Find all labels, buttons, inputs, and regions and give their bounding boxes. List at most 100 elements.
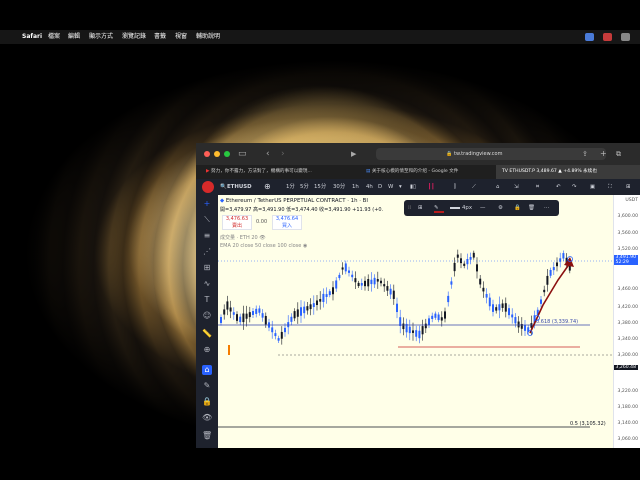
interval-5m[interactable]: 5分 — [300, 179, 309, 195]
compare-add-icon[interactable]: ⊕ — [264, 179, 271, 195]
fib-tool-icon[interactable]: ≡ — [202, 231, 212, 241]
candle-body — [386, 286, 389, 291]
chart-settings-icon[interactable]: ⌗ — [536, 179, 539, 195]
template-icon[interactable]: ⊞ — [418, 200, 423, 216]
candle-body — [264, 315, 267, 325]
reader-icon[interactable]: ▶ — [351, 148, 356, 160]
tab-google-doc[interactable]: ▤ 关于核心模的情至和的介绍 - Google 文件 — [358, 165, 501, 179]
hide-drawings-icon[interactable]: 👁 — [202, 413, 212, 423]
trendline-tool-icon[interactable]: ⟍ — [202, 215, 212, 225]
ema-eye-icon[interactable]: ◉ — [303, 243, 307, 249]
menu-file[interactable]: 檔案 — [48, 30, 60, 44]
pattern-tool-icon[interactable]: ⋰ — [202, 247, 212, 257]
brush-tool-icon[interactable]: ∿ — [202, 279, 212, 289]
pencil-color-icon[interactable]: ✎ — [434, 200, 439, 216]
layout-icon[interactable]: ▣ — [590, 179, 595, 195]
candle-body — [236, 314, 238, 321]
interval-1m[interactable]: 1分 — [286, 179, 295, 195]
redo-icon[interactable]: ↷ — [572, 179, 577, 195]
projection-tool-icon[interactable]: ⊞ — [202, 263, 212, 273]
candle-style-icon[interactable]: ┃┃ — [428, 179, 435, 195]
eye-icon[interactable]: 👁 — [259, 235, 265, 241]
candle-body — [328, 291, 331, 296]
delete-drawings-icon[interactable]: 🗑 — [202, 431, 212, 441]
app-menu[interactable]: Safari — [22, 30, 42, 44]
more-options-icon[interactable]: ⋯ — [544, 200, 549, 216]
crosshair-tool-icon[interactable]: + — [202, 199, 212, 209]
candle-body — [344, 263, 347, 272]
lock-all-icon[interactable]: 🔒 — [202, 397, 212, 407]
line-width-icon[interactable] — [450, 207, 460, 209]
tab-tradingview[interactable]: TV ETHUSDT.P 3,489.67 ▲ +4.89% 永续也 — [496, 165, 640, 179]
new-tab-icon[interactable]: + — [600, 148, 607, 160]
menu-view[interactable]: 顯示方式 — [89, 30, 113, 44]
line-width-value[interactable]: 4px — [462, 200, 472, 216]
price-axis[interactable]: USDT 3,600.00 3,560.00 3,520.00 3,491.90… — [613, 195, 640, 448]
sell-label: 賣出 — [231, 222, 242, 229]
share-icon[interactable]: ⇪ — [582, 148, 588, 160]
address-bar[interactable]: 🔒 tw.tradingview.com — [376, 148, 606, 160]
status-app-icon[interactable] — [585, 33, 594, 41]
interval-15m[interactable]: 15分 — [314, 179, 326, 195]
sidebar-toggle-icon[interactable]: ▭ — [238, 148, 247, 160]
menu-edit[interactable]: 編輯 — [68, 30, 80, 44]
interval-1h[interactable]: 1h — [352, 179, 359, 195]
tab-overview-icon[interactable]: ⧉ — [616, 148, 621, 160]
sell-button[interactable]: 3,476.63 賣出 — [222, 215, 252, 230]
user-avatar[interactable] — [202, 181, 214, 193]
candle-body — [261, 313, 264, 318]
settings-icon[interactable]: ⚙ — [498, 200, 503, 216]
delete-drawing-icon[interactable]: 🗑 — [528, 200, 535, 216]
snapshot-icon[interactable]: ⊞ — [626, 179, 631, 195]
interval-w[interactable]: W — [388, 179, 393, 195]
candle-body — [463, 263, 466, 266]
replay-icon[interactable]: ⇲ — [514, 179, 519, 195]
candle-body — [456, 254, 459, 258]
symbol-search-icon[interactable]: 🔍 — [220, 179, 227, 195]
compare-icon[interactable]: ⟋ — [472, 179, 476, 195]
ruler-tool-icon[interactable]: 📏 — [202, 329, 212, 339]
menu-history[interactable]: 瀏覽記錄 — [122, 30, 146, 44]
buy-label: 買入 — [281, 222, 292, 229]
close-window-button[interactable] — [204, 151, 210, 157]
menu-window[interactable]: 視窗 — [175, 30, 187, 44]
status-record-icon[interactable] — [603, 33, 612, 41]
price-chart[interactable]: 0.618 (3,339.74) 0.5 (3,105.32) — [218, 195, 613, 448]
forward-icon[interactable]: › — [281, 148, 285, 160]
candle-body — [376, 279, 379, 282]
fullscreen-icon[interactable]: ⛶ — [608, 179, 612, 195]
undo-icon[interactable]: ↶ — [556, 179, 561, 195]
minimize-window-button[interactable] — [214, 151, 220, 157]
color-swatch — [434, 211, 444, 213]
interval-d[interactable]: D — [378, 179, 382, 195]
back-icon[interactable]: ‹ — [266, 148, 270, 160]
zoom-in-tool-icon[interactable]: ⊕ — [202, 345, 212, 355]
lock-drawing-icon[interactable]: 🔒 — [514, 200, 521, 216]
control-center-icon[interactable] — [621, 33, 630, 41]
symbol-search[interactable]: ETHUSD — [227, 179, 252, 195]
lock-drawings-icon[interactable]: ✎ — [202, 381, 212, 391]
menu-help[interactable]: 輔助說明 — [196, 30, 220, 44]
legend-title: ◆ Ethereum / TetherUS PERPETUAL CONTRACT… — [220, 198, 368, 204]
candle-body — [504, 303, 507, 312]
alert-icon[interactable]: ⌂ — [496, 179, 499, 195]
interval-30m[interactable]: 30分 — [333, 179, 345, 195]
tab-google-doc-label: 关于核心模的情至和的介绍 - Google 文件 — [371, 169, 459, 174]
buy-button[interactable]: 3,476.64 買入 — [272, 215, 302, 230]
magnet-tool-icon[interactable]: ⌂ — [202, 365, 212, 375]
candle-body — [424, 323, 427, 329]
candle-body — [245, 313, 248, 319]
zoom-window-button[interactable] — [224, 151, 230, 157]
ema-legend: EMA 20 close 50 close 100 close ◉ — [220, 243, 307, 249]
interval-dropdown-icon[interactable]: ▾ — [399, 179, 402, 195]
tab-youtube[interactable]: ▶ 努力，你不露力，方法對了，機構的事可以變現... — [196, 165, 356, 179]
menu-bookmarks[interactable]: 書籤 — [154, 30, 166, 44]
emoji-tool-icon[interactable]: ☺ — [202, 311, 212, 321]
tab-tradingview-label: ETHUSDT.P 3,489.67 ▲ +4.89% 永续也 — [509, 169, 597, 174]
text-tool-icon[interactable]: T — [202, 295, 212, 305]
drag-handle-icon[interactable]: ⁞⁞ — [408, 200, 411, 216]
indicators-icon[interactable]: ⫿ — [454, 179, 456, 195]
line-style-icon[interactable]: — — [480, 200, 485, 216]
interval-4h[interactable]: 4h — [366, 179, 373, 195]
bar-style-icon[interactable]: ▮▯ — [410, 179, 416, 195]
